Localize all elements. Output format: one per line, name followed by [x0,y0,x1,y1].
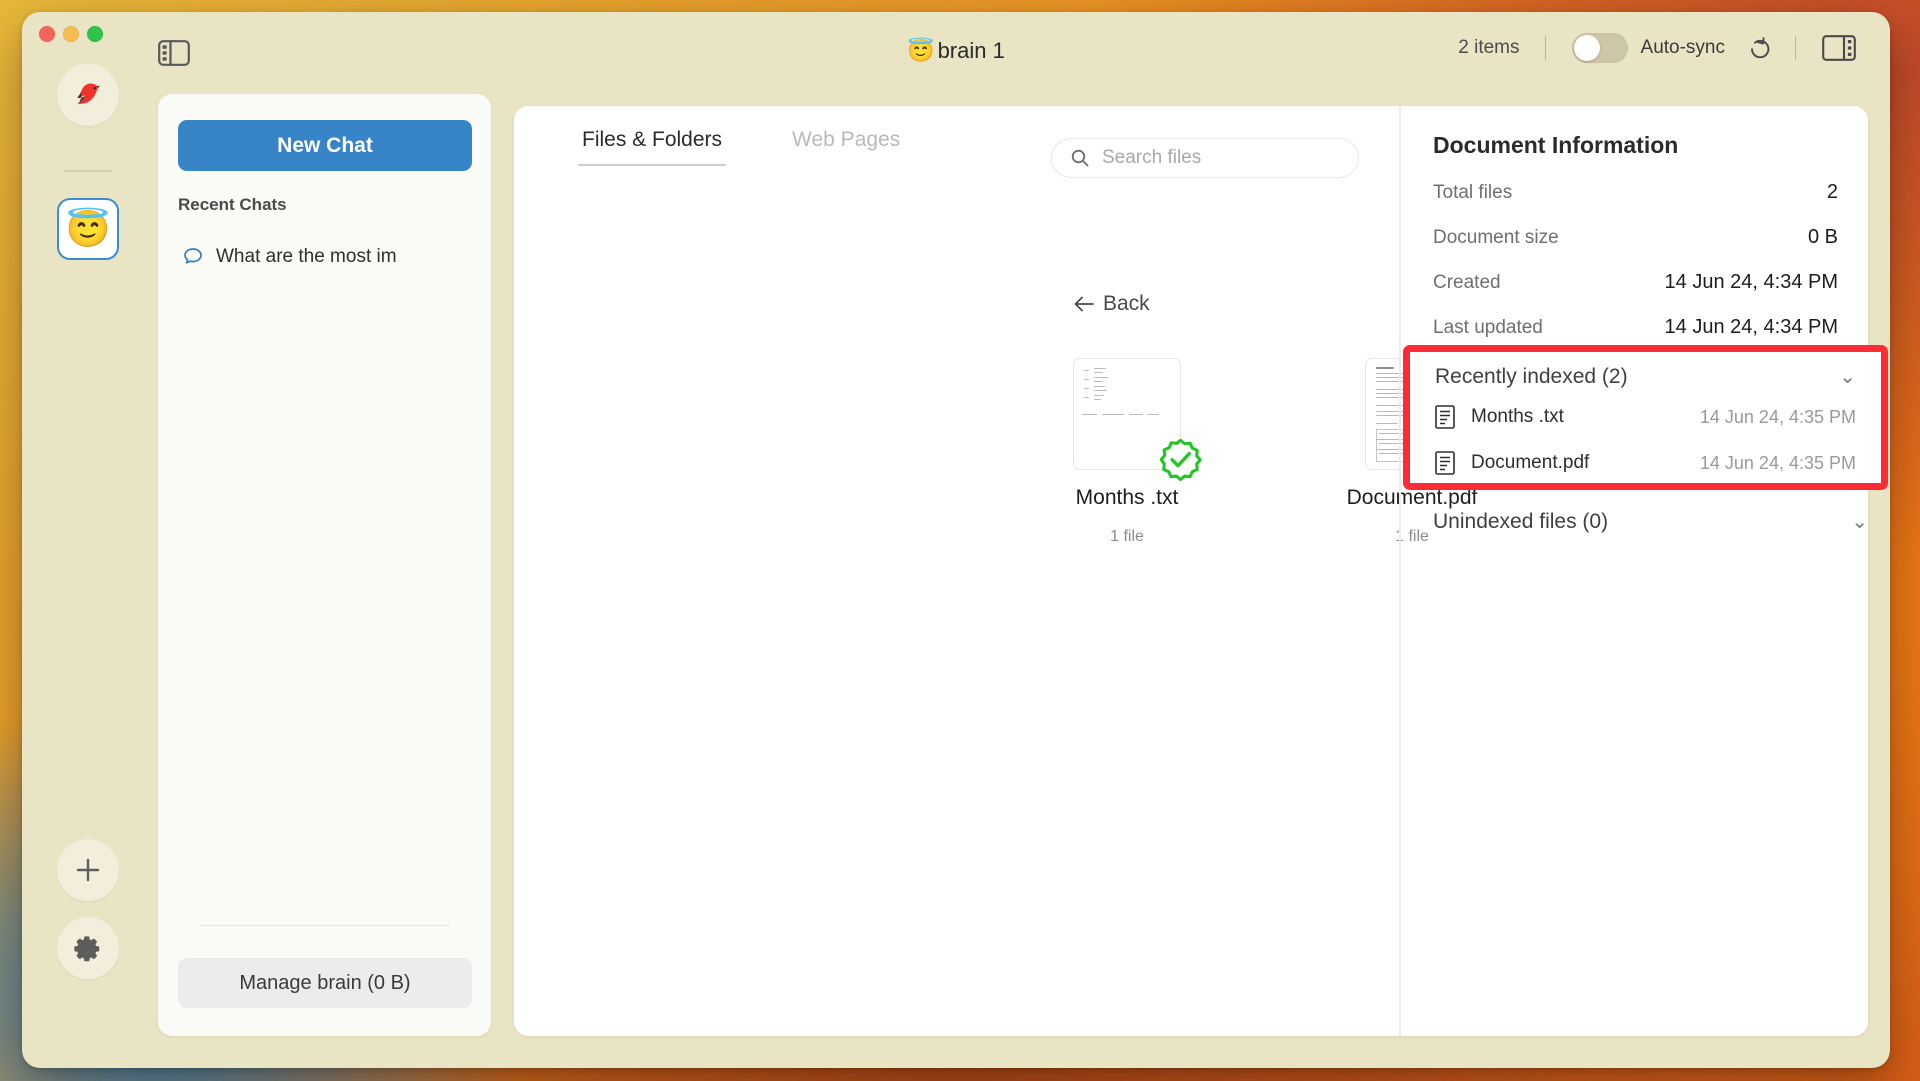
settings-button[interactable] [57,917,119,979]
chevron-down-icon[interactable]: ⌄ [1839,367,1856,387]
document-icon [1435,451,1455,475]
brain-emoji-icon: 😇 [907,38,935,63]
rail-divider [64,170,112,172]
toolbar-divider-2 [1795,36,1796,60]
items-count-label: 2 items [1458,37,1520,58]
indexed-file-time: 14 Jun 24, 4:35 PM [1699,406,1856,427]
info-row-created: Created 14 Jun 24, 4:34 PM [1433,271,1838,294]
info-row-total-files: Total files 2 [1433,181,1838,204]
recently-indexed-header[interactable]: Recently indexed (2) ⌄ [1435,365,1856,389]
autosync-label: Auto-sync [1640,37,1725,58]
info-row-last-updated: Last updated 14 Jun 24, 4:34 PM [1433,316,1838,339]
desktop-wallpaper: 😇 brain 1 2 items Auto-sync 😇 New Chat R… [0,0,1920,1081]
maximize-button[interactable] [87,26,103,42]
chevron-down-icon[interactable]: ⌄ [1851,512,1868,532]
autosync-toggle[interactable] [1571,33,1628,63]
info-value: 14 Jun 24, 4:34 PM [1664,271,1838,293]
info-panel-title: Document Information [1433,132,1679,158]
manage-brain-button[interactable]: Manage brain (0 B) [178,958,472,1008]
toggle-knob [1573,35,1600,61]
content-tabs: Files & Folders Web Pages [577,128,900,166]
search-icon [1071,149,1089,167]
info-value: 2 [1826,181,1838,203]
info-value: 0 B [1807,226,1838,248]
toolbar-right-group: 2 items Auto-sync [1458,12,1856,84]
chat-sidebar-panel: New Chat Recent Chats What are the most … [158,94,491,1036]
back-label: Back [1103,292,1150,315]
info-key: Document size [1433,227,1559,248]
brain-avatar-emoji: 😇 [65,208,111,249]
arrow-left-icon [1074,296,1094,312]
tab-files-and-folders[interactable]: Files & Folders [577,128,727,166]
indexed-badge-icon [1159,438,1202,482]
brain-avatar[interactable]: 😇 [57,198,119,260]
recently-indexed-section: Recently indexed (2) ⌄ Months .txt 14 Ju… [1413,355,1878,475]
minimize-button[interactable] [63,26,79,42]
new-chat-button[interactable]: New Chat [178,120,472,171]
gear-icon [74,936,100,962]
recent-chat-title: What are the most im [216,246,397,267]
back-button[interactable]: Back [1073,292,1150,316]
info-key: Last updated [1433,317,1543,338]
toolbar-divider-1 [1544,36,1546,60]
close-button[interactable] [39,26,55,42]
search-input[interactable]: Search files [1051,138,1359,178]
tab-web-pages[interactable]: Web Pages [792,128,900,166]
file-name: Months .txt [1075,486,1179,509]
window-title: 😇 brain 1 [907,38,1005,64]
document-icon [1435,405,1455,429]
info-row-document-size: Document size 0 B [1433,226,1838,249]
window-controls [39,26,103,42]
info-value: 14 Jun 24, 4:34 PM [1664,316,1838,338]
window-title-text: brain 1 [937,38,1005,63]
document-information-panel: Document Information Total files 2 Docum… [1400,106,1868,1036]
unindexed-files-section[interactable]: Unindexed files (0) ⌄ [1433,510,1868,534]
sidebar-divider [200,924,450,926]
unindexed-files-title: Unindexed files (0) [1433,510,1609,533]
app-window: 😇 brain 1 2 items Auto-sync 😇 New Chat R… [22,12,1890,1068]
indexed-file-time: 14 Jun 24, 4:35 PM [1699,452,1856,473]
indexed-file-name: Months .txt [1471,406,1564,427]
recently-indexed-title: Recently indexed (2) [1435,365,1628,388]
panel-toggle-icon[interactable] [1822,35,1856,61]
app-logo-bird-icon[interactable] [57,64,119,126]
window-toolbar: 😇 brain 1 2 items Auto-sync [22,12,1890,84]
info-key: Total files [1433,182,1513,203]
indexed-file-row[interactable]: Document.pdf 14 Jun 24, 4:35 PM [1435,451,1856,475]
add-brain-button[interactable] [57,839,119,901]
autosync-control[interactable]: Auto-sync [1571,33,1725,63]
info-key: Created [1433,272,1501,293]
refresh-icon[interactable] [1747,35,1773,61]
indexed-file-row[interactable]: Months .txt 14 Jun 24, 4:35 PM [1435,405,1856,429]
chat-bubble-icon [184,248,202,264]
sidebar-toggle-icon[interactable] [158,40,190,66]
file-card-months[interactable]: Months .txt 1 file [1073,358,1202,546]
indexed-file-name: Document.pdf [1471,452,1590,473]
recent-chat-list-item[interactable]: What are the most im [174,238,476,276]
file-thumbnail-wrap [1073,358,1202,482]
search-placeholder: Search files [1102,147,1202,168]
file-subtitle: 1 file [1110,528,1144,545]
recent-chats-heading: Recent Chats [178,195,287,214]
left-rail: 😇 [22,12,158,1068]
plus-icon [76,858,100,882]
